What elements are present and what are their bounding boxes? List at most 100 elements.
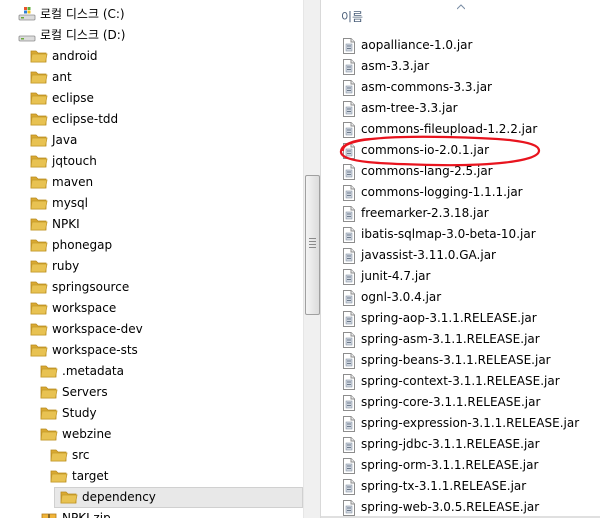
tree-item[interactable]: phonegap (0, 235, 303, 256)
file-name: junit-4.7.jar (361, 269, 431, 283)
tree-item[interactable]: ruby (0, 256, 303, 277)
file-row[interactable]: ognl-3.0.4.jar (321, 287, 600, 308)
file-row[interactable]: spring-asm-3.1.1.RELEASE.jar (321, 329, 600, 350)
file-name: spring-web-3.0.5.RELEASE.jar (361, 500, 540, 514)
file-row[interactable]: commons-logging-1.1.1.jar (321, 182, 600, 203)
file-row[interactable]: javassist-3.11.0.GA.jar (321, 245, 600, 266)
tree-item[interactable]: 로컬 디스크 (D:) (0, 25, 303, 46)
jar-file-icon (342, 143, 356, 159)
file-row[interactable]: commons-lang-2.5.jar (321, 161, 600, 182)
jar-file-icon (342, 332, 356, 348)
file-row[interactable]: spring-orm-3.1.1.RELEASE.jar (321, 455, 600, 476)
file-row[interactable]: junit-4.7.jar (321, 266, 600, 287)
tree-item-label: workspace-sts (52, 343, 138, 357)
jar-file-icon (342, 122, 356, 138)
folder-icon (30, 237, 48, 253)
tree-item-label: src (72, 448, 90, 462)
jar-file-icon (342, 101, 356, 117)
file-row[interactable]: asm-3.3.jar (321, 56, 600, 77)
jar-file-icon (342, 164, 356, 180)
tree-item[interactable]: maven (0, 172, 303, 193)
tree-item[interactable]: target (0, 466, 303, 487)
jar-file-icon (342, 227, 356, 243)
tree-item[interactable]: NPKI.zip (0, 508, 303, 518)
tree-item[interactable]: workspace (0, 298, 303, 319)
tree-item[interactable]: springsource (0, 277, 303, 298)
file-row[interactable]: spring-context-3.1.1.RELEASE.jar (321, 371, 600, 392)
file-row[interactable]: asm-commons-3.3.jar (321, 77, 600, 98)
folder-icon (30, 279, 48, 295)
jar-file-icon (342, 311, 356, 327)
file-name: spring-context-3.1.1.RELEASE.jar (361, 374, 560, 388)
tree-item[interactable]: src (0, 445, 303, 466)
jar-file-icon (342, 248, 356, 264)
jar-file-icon (342, 59, 356, 75)
tree-item-label: NPKI (52, 217, 80, 231)
file-row[interactable]: commons-fileupload-1.2.2.jar (321, 119, 600, 140)
file-name: spring-expression-3.1.1.RELEASE.jar (361, 416, 580, 430)
tree-item[interactable]: ant (0, 67, 303, 88)
tree-item-label: dependency (82, 490, 156, 504)
tree-item-label: target (72, 469, 109, 483)
tree-item[interactable]: .metadata (0, 361, 303, 382)
file-name: spring-orm-3.1.1.RELEASE.jar (361, 458, 539, 472)
folder-icon (50, 447, 68, 463)
tree-item[interactable]: webzine (0, 424, 303, 445)
file-row[interactable]: spring-core-3.1.1.RELEASE.jar (321, 392, 600, 413)
folder-icon (60, 489, 78, 505)
folder-icon (40, 426, 58, 442)
folder-icon (30, 216, 48, 232)
folder-icon (30, 111, 48, 127)
tree-item[interactable]: workspace-sts (0, 340, 303, 361)
file-row[interactable]: spring-aop-3.1.1.RELEASE.jar (321, 308, 600, 329)
folder-icon (40, 384, 58, 400)
tree-item[interactable]: NPKI (0, 214, 303, 235)
tree-item[interactable]: Study (0, 403, 303, 424)
tree-item-label: mysql (52, 196, 88, 210)
file-row[interactable]: aopalliance-1.0.jar (321, 35, 600, 56)
file-name: javassist-3.11.0.GA.jar (361, 248, 496, 262)
file-name: ognl-3.0.4.jar (361, 290, 442, 304)
file-row-highlighted[interactable]: commons-io-2.0.1.jar (321, 140, 600, 161)
tree-item[interactable]: Servers (0, 382, 303, 403)
jar-file-icon (342, 500, 356, 516)
zip-file-icon (40, 510, 58, 518)
file-row[interactable]: spring-web-3.0.5.RELEASE.jar (321, 497, 600, 518)
tree-item[interactable]: Java (0, 130, 303, 151)
tree-item-label: workspace (52, 301, 117, 315)
tree-item[interactable]: eclipse (0, 88, 303, 109)
tree-item[interactable]: mysql (0, 193, 303, 214)
file-row[interactable]: ibatis-sqlmap-3.0-beta-10.jar (321, 224, 600, 245)
tree-item[interactable]: jqtouch (0, 151, 303, 172)
tree-scrollbar[interactable] (303, 0, 320, 518)
file-name: spring-jdbc-3.1.1.RELEASE.jar (361, 437, 540, 451)
file-list-pane: 이름 aopalliance-1.0.jar asm-3.3.jar asm-com… (321, 0, 600, 518)
tree-item-label: maven (52, 175, 94, 189)
column-header-name[interactable]: 이름 (321, 0, 600, 26)
file-row[interactable]: spring-tx-3.1.1.RELEASE.jar (321, 476, 600, 497)
tree-scrollbar-thumb[interactable] (305, 175, 320, 315)
tree-item-label: Servers (62, 385, 108, 399)
file-name: freemarker-2.3.18.jar (361, 206, 489, 220)
folder-icon (30, 69, 48, 85)
file-name: ibatis-sqlmap-3.0-beta-10.jar (361, 227, 536, 241)
jar-file-icon (342, 353, 356, 369)
file-row[interactable]: spring-jdbc-3.1.1.RELEASE.jar (321, 434, 600, 455)
file-row[interactable]: freemarker-2.3.18.jar (321, 203, 600, 224)
file-row[interactable]: asm-tree-3.3.jar (321, 98, 600, 119)
tree-item[interactable]: eclipse-tdd (0, 109, 303, 130)
folder-icon (30, 342, 48, 358)
tree-item-label: eclipse (52, 91, 94, 105)
tree-item-label: Java (52, 133, 78, 147)
tree-item-selected[interactable]: dependency (0, 487, 303, 508)
folder-icon (30, 300, 48, 316)
file-name: commons-lang-2.5.jar (361, 164, 493, 178)
drive-icon (18, 27, 36, 43)
tree-item-label: ant (52, 70, 72, 84)
file-row[interactable]: spring-beans-3.1.1.RELEASE.jar (321, 350, 600, 371)
tree-item-label: Study (62, 406, 97, 420)
file-row[interactable]: spring-expression-3.1.1.RELEASE.jar (321, 413, 600, 434)
tree-item[interactable]: 로컬 디스크 (C:) (0, 4, 303, 25)
tree-item[interactable]: android (0, 46, 303, 67)
tree-item[interactable]: workspace-dev (0, 319, 303, 340)
